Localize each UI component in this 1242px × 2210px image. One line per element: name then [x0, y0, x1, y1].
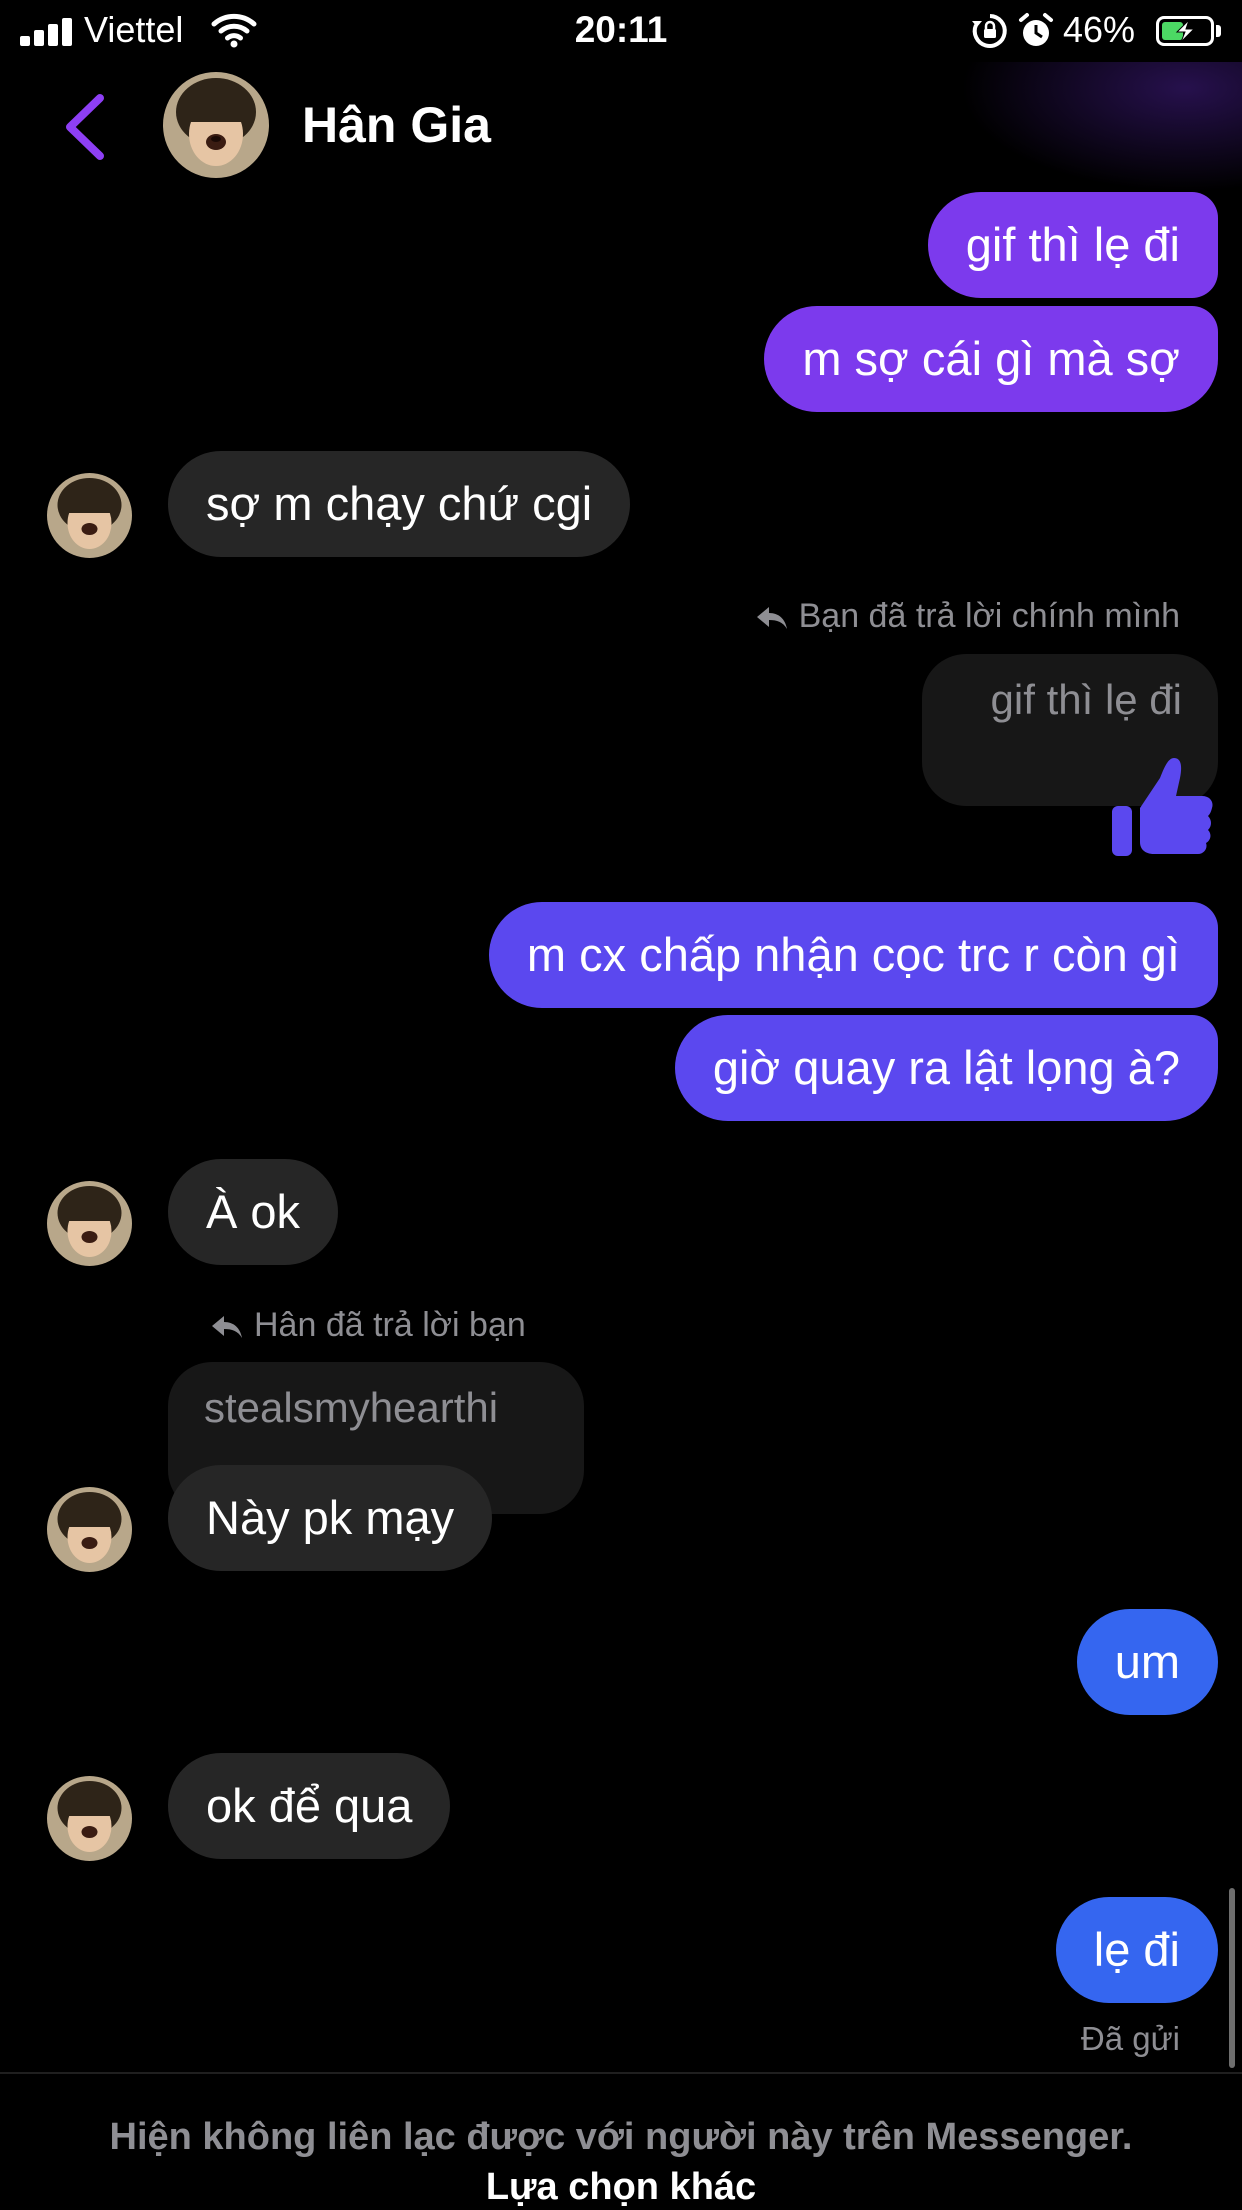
- reply-arrow-icon: [756, 607, 787, 629]
- outgoing-message[interactable]: m sợ cái gì mà sợ: [764, 306, 1218, 412]
- quoted-text: gif thì lẹ đi: [990, 676, 1182, 723]
- alarm-icon: [1019, 13, 1053, 46]
- incoming-message[interactable]: À ok: [168, 1159, 339, 1265]
- reply-arrow-icon: [212, 1316, 242, 1338]
- other-options-link[interactable]: Lựa chọn khác: [0, 2166, 1242, 2209]
- outgoing-message[interactable]: lẹ đi: [1055, 1897, 1218, 2003]
- outgoing-message[interactable]: um: [1076, 1609, 1218, 1715]
- battery-percent: 46%: [1063, 9, 1136, 50]
- incoming-message[interactable]: sợ m chạy chứ cgi: [168, 451, 631, 557]
- incoming-message[interactable]: ok để qua: [168, 1753, 451, 1859]
- battery-cap: [1216, 25, 1221, 37]
- outgoing-message[interactable]: gif thì lẹ đi: [927, 192, 1218, 298]
- reply-label-text: Hân đã trả lời bạn: [254, 1306, 526, 1344]
- sent-status: Đã gửi: [1080, 2020, 1180, 2057]
- contact-avatar-small[interactable]: [47, 1776, 132, 1861]
- quoted-text: stealsmyhearthi: [204, 1384, 499, 1431]
- reply-indicator: Hân đã trả lời bạn: [210, 1306, 526, 1345]
- contact-name[interactable]: Hân Gia: [302, 96, 491, 154]
- outgoing-message[interactable]: m cx chấp nhận cọc trc r còn gì: [488, 902, 1218, 1008]
- unavailable-note: Hiện không liên lạc được với người này t…: [109, 2116, 1133, 2158]
- contact-avatar[interactable]: [163, 72, 269, 178]
- battery-charging-icon: [1156, 16, 1214, 46]
- reply-indicator: Bạn đã trả lời chính mình: [755, 597, 1180, 636]
- contact-avatar-small[interactable]: [47, 1181, 132, 1266]
- status-bar: Viettel 20:11 46%: [0, 0, 1242, 62]
- scrollbar[interactable]: [1229, 1888, 1235, 2068]
- outgoing-message[interactable]: giờ quay ra lật lọng à?: [674, 1015, 1218, 1121]
- contact-avatar-small[interactable]: [47, 473, 132, 558]
- contact-avatar-small[interactable]: [47, 1487, 132, 1572]
- incoming-message[interactable]: Này pk mạy: [168, 1465, 493, 1571]
- rotation-lock-icon: [972, 14, 1007, 48]
- chevron-left-icon[interactable]: [60, 92, 110, 162]
- composer-unavailable-footer: Hiện không liên lạc được với người này t…: [0, 2072, 1242, 2210]
- reply-label-text: Bạn đã trả lời chính mình: [798, 597, 1180, 635]
- thumbs-up-icon[interactable]: [1110, 752, 1216, 862]
